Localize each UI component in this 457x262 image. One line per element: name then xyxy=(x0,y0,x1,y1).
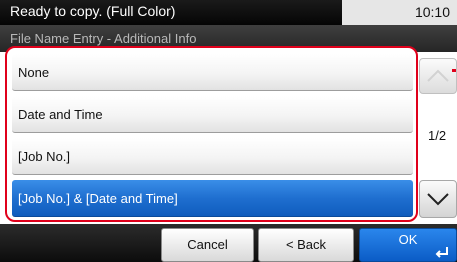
option-date-and-time[interactable]: Date and Time xyxy=(12,96,413,133)
page-indicator: 1/2 xyxy=(428,128,447,143)
chevron-down-icon xyxy=(427,193,449,206)
option-job-no[interactable]: [Job No.] xyxy=(12,138,413,175)
screen-title: File Name Entry - Additional Info xyxy=(10,31,197,46)
status-bar: Ready to copy. (Full Color) 10:10 xyxy=(0,0,457,25)
back-button[interactable]: < Back xyxy=(258,228,354,262)
clock-time: 10:10 xyxy=(414,4,450,20)
option-none[interactable]: None xyxy=(12,54,413,91)
scroll-down-button[interactable] xyxy=(419,180,457,218)
option-job-no-and-date-time[interactable]: [Job No.] & [Date and Time] xyxy=(12,180,413,217)
ok-button[interactable]: OK xyxy=(359,228,457,262)
cancel-button[interactable]: Cancel xyxy=(161,228,254,262)
options-list: None Date and Time [Job No.] [Job No.] &… xyxy=(5,46,418,222)
scroll-up-button[interactable] xyxy=(419,58,457,94)
clock-area: 10:10 xyxy=(342,0,457,25)
selection-marker xyxy=(452,69,456,72)
chevron-up-icon xyxy=(427,69,449,82)
enter-icon xyxy=(435,247,448,258)
status-message: Ready to copy. (Full Color) xyxy=(10,3,176,19)
ok-button-label: OK xyxy=(398,232,418,247)
copy-screen: Ready to copy. (Full Color) 10:10 File N… xyxy=(0,0,457,262)
